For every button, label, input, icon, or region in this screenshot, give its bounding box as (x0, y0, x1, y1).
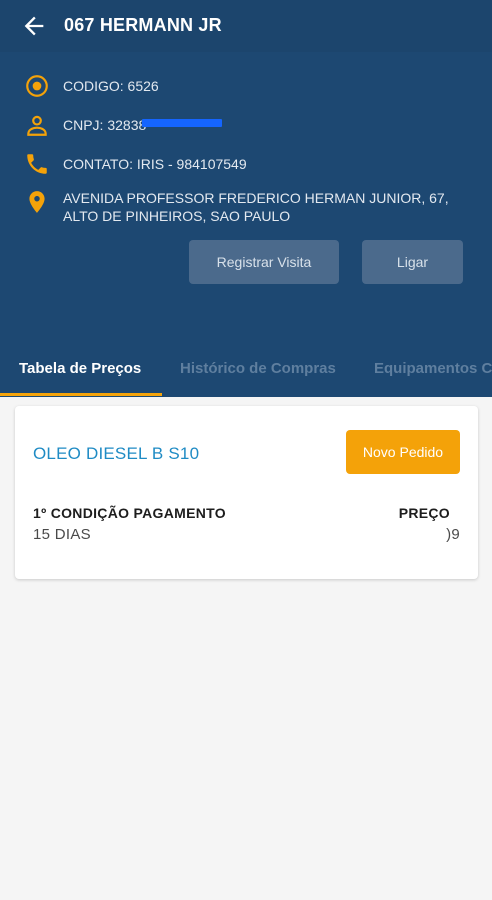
endereco-text: AVENIDA PROFESSOR FREDERICO HERMAN JUNIO… (63, 190, 449, 224)
info-codigo: CODIGO: 6526 (24, 73, 463, 99)
tab-historico-compras[interactable]: Histórico de Compras (180, 360, 336, 377)
info-endereco: AVENIDA PROFESSOR FREDERICO HERMAN JUNIO… (24, 189, 463, 225)
page-title: 067 HERMANN JR (64, 15, 222, 35)
ligar-button[interactable]: Ligar (362, 240, 463, 284)
tab-tabela-precos[interactable]: Tabela de Preços (19, 360, 141, 377)
top-app-bar: 067 HERMANN JR (0, 0, 492, 52)
tab-bar: Tabela de Preços Histórico de Compras Eq… (0, 347, 492, 397)
redaction-bar (142, 119, 222, 127)
price-header: PREÇO (398, 505, 450, 521)
price-value: )9 (446, 526, 460, 543)
price-card: OLEO DIESEL B S10 Novo Pedido 1º CONDIÇÃ… (15, 406, 478, 579)
product-name: OLEO DIESEL B S10 (33, 444, 200, 463)
payment-condition-header: 1º CONDIÇÃO PAGAMENTO (33, 505, 226, 521)
cnpj-text: CNPJ: 32838 (63, 117, 147, 133)
person-icon (27, 115, 47, 136)
registrar-visita-button[interactable]: Registrar Visita (189, 240, 339, 284)
payment-condition-value: 15 DIAS (33, 526, 91, 543)
info-cnpj: CNPJ: 32838 (24, 112, 463, 138)
active-tab-indicator (0, 393, 162, 396)
phone-icon (27, 154, 47, 174)
codigo-text: CODIGO: 6526 (63, 78, 159, 94)
tab-equipamentos[interactable]: Equipamentos C (374, 360, 492, 377)
location-pin-icon (29, 191, 45, 213)
target-icon (26, 75, 48, 97)
client-header: 067 HERMANN JR CODIGO: 6526 CNPJ: 32838 … (0, 0, 492, 397)
novo-pedido-button[interactable]: Novo Pedido (346, 430, 460, 474)
arrow-left-icon[interactable] (20, 12, 48, 40)
contato-text: CONTATO: IRIS - 984107549 (63, 156, 247, 172)
info-contato: CONTATO: IRIS - 984107549 (24, 151, 463, 177)
